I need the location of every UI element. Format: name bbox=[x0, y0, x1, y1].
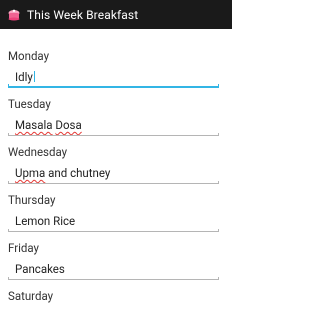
wednesday-input[interactable]: Upma and chutney bbox=[8, 164, 219, 184]
day-label-tuesday: Tuesday bbox=[8, 97, 51, 111]
tuesday-input-word-1: Masala bbox=[15, 118, 53, 132]
action-bar: This Week Breakfast bbox=[0, 0, 232, 29]
tuesday-input-word-2: Dosa bbox=[55, 118, 82, 132]
pink-cake-icon[interactable] bbox=[7, 9, 21, 21]
thursday-input[interactable]: Lemon Rice bbox=[8, 212, 219, 232]
friday-input-underline bbox=[8, 277, 219, 280]
wednesday-input-underline bbox=[8, 181, 219, 184]
tuesday-input-underline bbox=[8, 133, 219, 136]
friday-input[interactable]: Pancakes bbox=[8, 260, 219, 280]
tuesday-input[interactable]: Masala Dosa bbox=[8, 116, 219, 136]
monday-input-value: Idly bbox=[15, 70, 33, 84]
monday-input[interactable]: Idly bbox=[8, 68, 219, 88]
breakfast-form: Monday Idly Tuesday Masala Dosa Wednesda… bbox=[0, 29, 232, 310]
day-label-wednesday: Wednesday bbox=[8, 145, 68, 159]
day-label-saturday: Saturday bbox=[8, 289, 54, 303]
text-cursor bbox=[33, 71, 35, 82]
friday-input-value: Pancakes bbox=[15, 262, 65, 276]
app-title: This Week Breakfast bbox=[27, 7, 139, 22]
wednesday-input-word-1: Upma bbox=[15, 166, 46, 180]
day-label-thursday: Thursday bbox=[8, 193, 56, 207]
day-label-monday: Monday bbox=[8, 49, 50, 63]
thursday-input-value: Lemon Rice bbox=[15, 214, 76, 228]
monday-input-underline bbox=[8, 84, 219, 88]
thursday-input-underline bbox=[8, 229, 219, 232]
day-label-friday: Friday bbox=[8, 241, 40, 255]
